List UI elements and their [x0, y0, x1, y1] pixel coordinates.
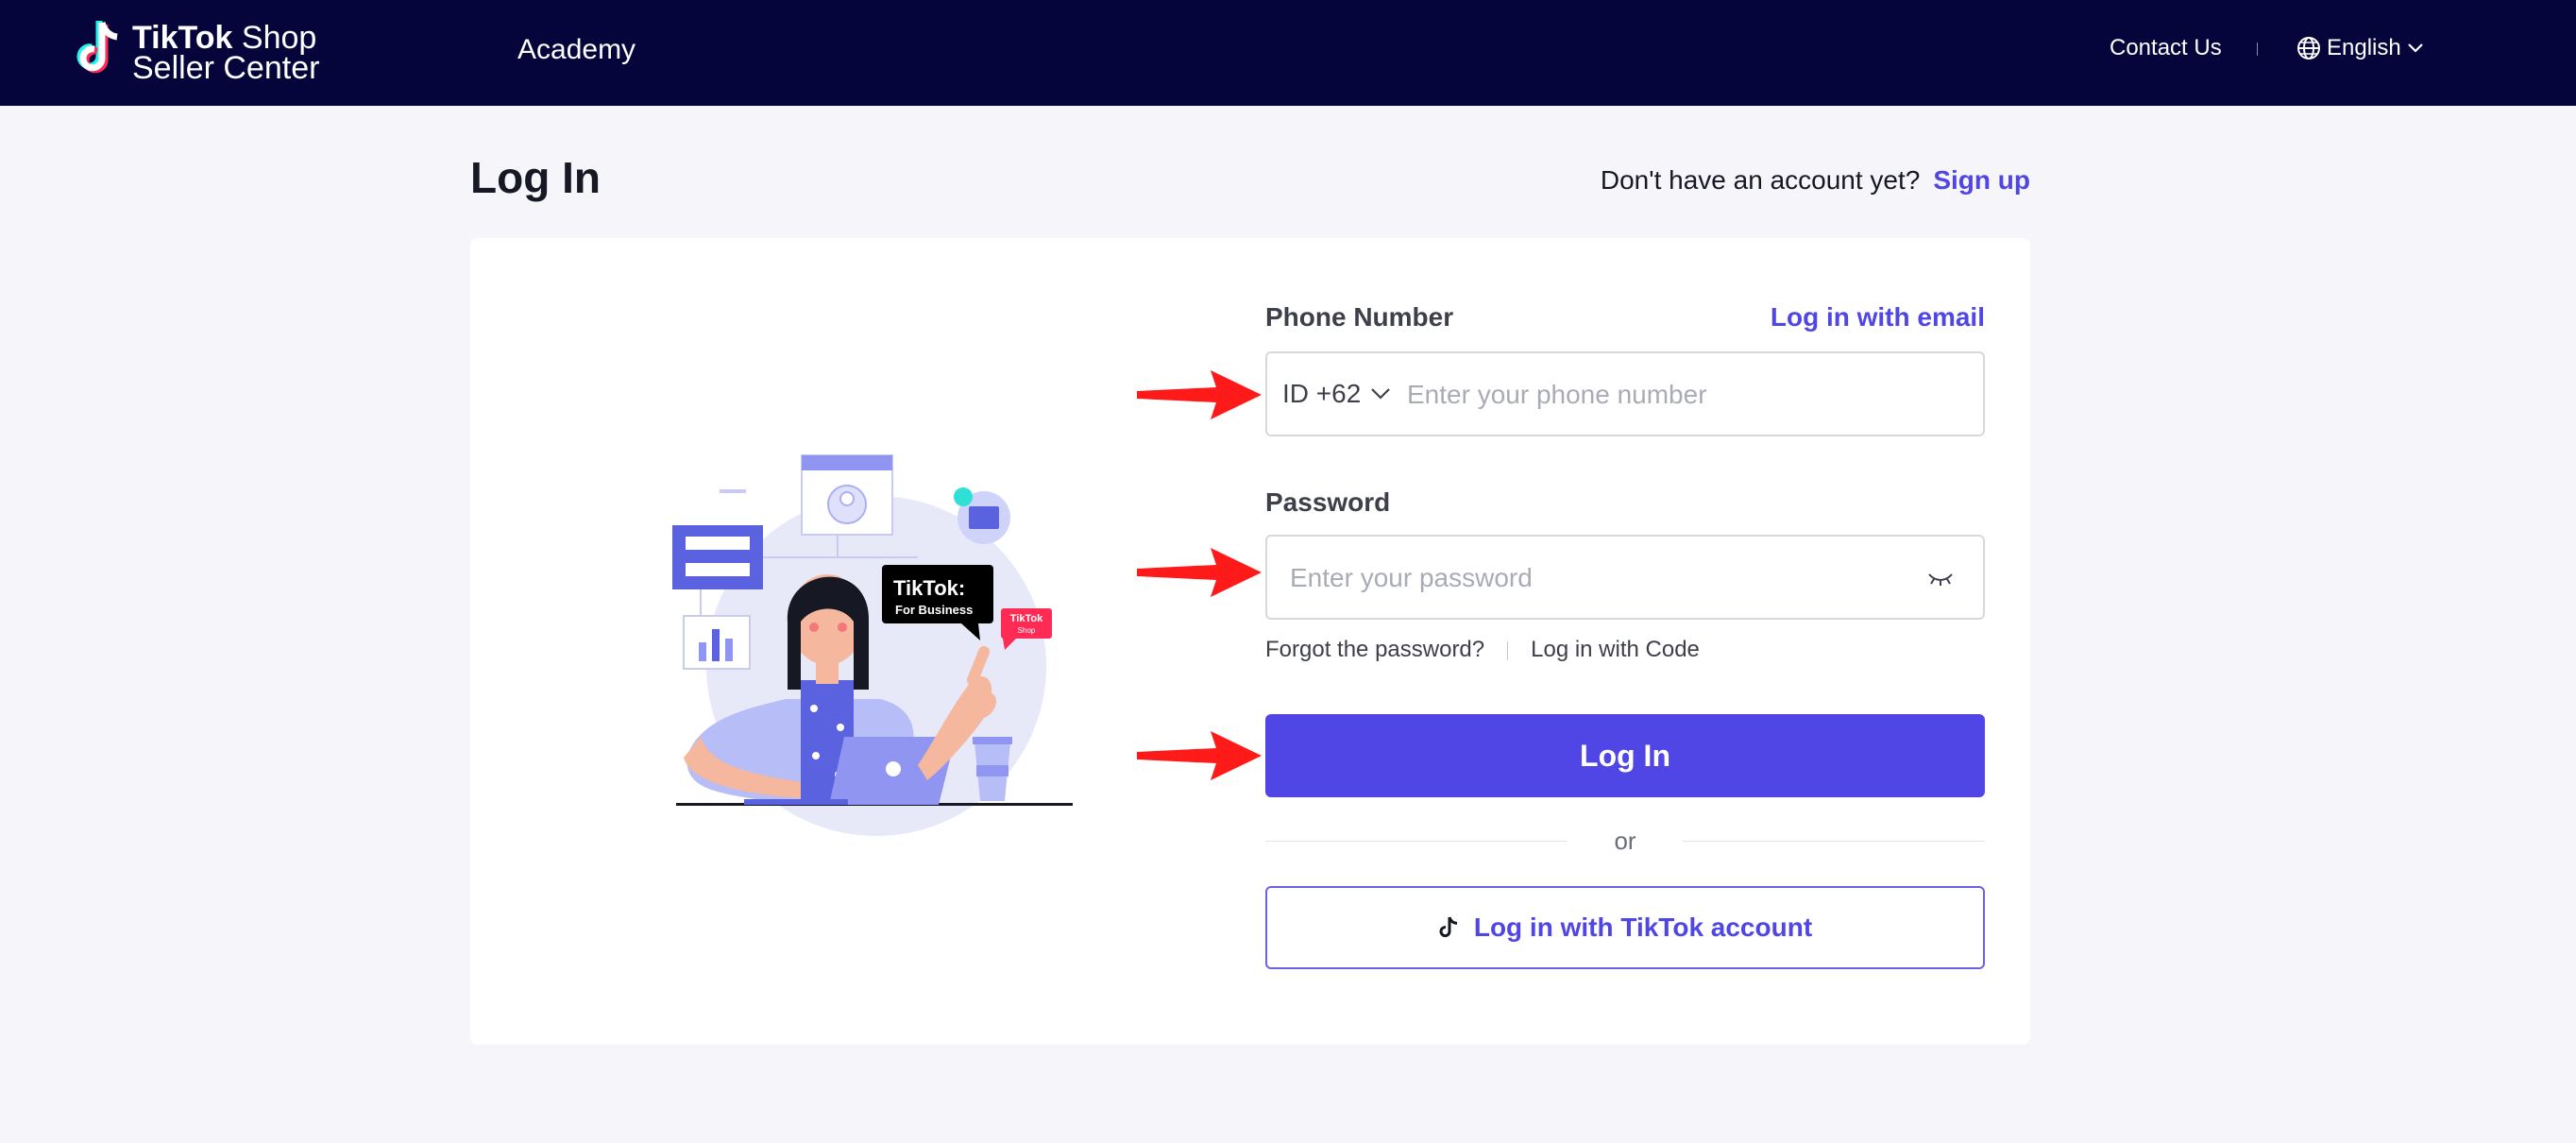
top-nav-bar: TikTok Shop Seller Center Academy Contac…: [0, 0, 2576, 106]
country-code-value: ID +62: [1282, 379, 1362, 408]
chevron-down-icon: [1371, 388, 1391, 400]
page-title: Log In: [470, 153, 601, 202]
contact-us-link[interactable]: Contact Us: [2110, 32, 2222, 64]
signup-prompt-text: Don't have an account yet?: [1600, 165, 1921, 195]
or-divider: or: [1265, 824, 1985, 858]
red-arrow-icon: [1137, 731, 1262, 780]
shop-tag-line2: Shop: [1018, 626, 1036, 635]
seller-illustration: TikTok: For Business TikTok Shop: [672, 454, 1073, 836]
signup-prompt-row: Don't have an account yet? Sign up: [1601, 162, 2030, 198]
red-arrow-icon: [1137, 548, 1262, 597]
login-button[interactable]: Log In: [1265, 714, 1985, 797]
phone-number-label: Phone Number: [1265, 302, 1454, 332]
links-separator: [1507, 640, 1509, 660]
forgot-password-link[interactable]: Forgot the password?: [1265, 637, 1484, 662]
signup-link[interactable]: Sign up: [1933, 165, 2030, 195]
phone-field: ID +62: [1265, 351, 1985, 436]
eye-closed-icon[interactable]: [1926, 567, 1955, 589]
badge-sub-text: For Business: [895, 603, 973, 617]
password-field: [1265, 535, 1985, 620]
login-with-email-link[interactable]: Log in with email: [1771, 300, 1985, 334]
red-arrow-icon: [1137, 370, 1262, 419]
or-line-right: [1683, 841, 1985, 842]
login-with-tiktok-label: Log in with TikTok account: [1473, 913, 1813, 942]
language-label: English: [2327, 35, 2401, 60]
phone-label-row: Phone Number Log in with email: [1265, 300, 1985, 334]
password-links-row: Forgot the password? Log in with Code: [1265, 633, 1700, 667]
login-card: TikTok: For Business TikTok Shop Phone N…: [470, 238, 2030, 1045]
login-with-tiktok-button[interactable]: Log in with TikTok account: [1265, 886, 1985, 969]
chevron-down-icon: [2407, 43, 2423, 53]
nav-academy-link[interactable]: Academy: [517, 31, 636, 69]
tiktok-logo-icon: [76, 21, 118, 74]
password-label: Password: [1265, 487, 1391, 517]
password-input[interactable]: [1290, 557, 1894, 599]
nav-divider: [2257, 43, 2258, 56]
country-code-select[interactable]: ID +62: [1282, 377, 1391, 411]
login-with-code-link[interactable]: Log in with Code: [1531, 637, 1700, 662]
tiktok-note-icon: [1439, 916, 1458, 938]
globe-icon: [2297, 37, 2320, 60]
badge-title-text: TikTok:: [893, 576, 965, 600]
phone-number-input[interactable]: [1407, 374, 1955, 416]
logo-sub-text: Seller Center: [132, 50, 320, 86]
shop-tag-line1: TikTok: [1010, 613, 1043, 624]
tiktok-shop-logo[interactable]: TikTok Shop Seller Center: [70, 17, 325, 86]
language-selector[interactable]: English: [2296, 32, 2424, 64]
